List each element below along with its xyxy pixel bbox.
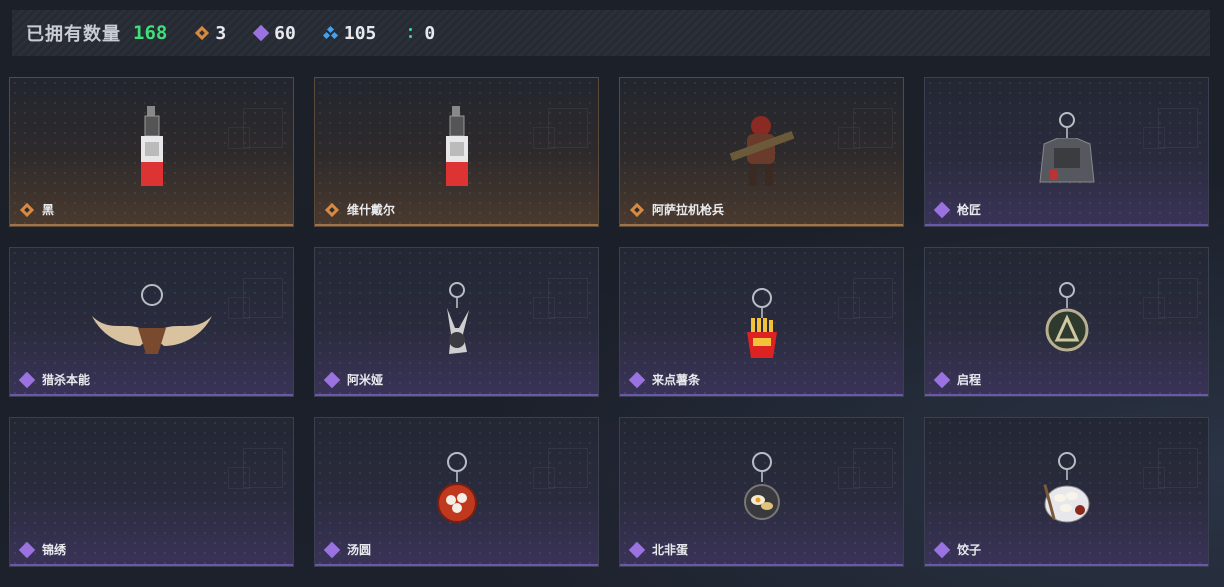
charm-name: 来点薯条	[652, 373, 701, 387]
gunner-figure-icon	[725, 112, 799, 196]
stat-orange: 3	[195, 23, 226, 44]
purple-diamond-icon	[323, 371, 341, 388]
charm-name: 启程	[957, 373, 982, 387]
orange-diamond-icon	[195, 25, 210, 41]
owned-count: 168	[133, 22, 168, 44]
charm-card[interactable]: 阿萨拉机枪兵	[619, 77, 904, 227]
purple-diamond-icon	[628, 371, 646, 388]
owned-label: 已拥有数量	[26, 24, 121, 45]
stat-blue-value: 105	[343, 22, 377, 44]
charm-card[interactable]: 锦绣	[9, 417, 294, 567]
charm-card[interactable]: 猎杀本能	[9, 247, 294, 397]
charm-card[interactable]: 枪匠	[924, 77, 1209, 227]
stat-purple-value: 60	[274, 22, 296, 44]
antlers-icon	[91, 284, 212, 360]
charm-card[interactable]: 北非蛋	[619, 417, 904, 567]
collection-header: 已拥有数量 168 3 60 105 0	[12, 10, 1210, 56]
charm-device-icon	[442, 106, 472, 194]
charm-card[interactable]: 维什戴尔	[314, 77, 599, 227]
purple-diamond-icon	[323, 541, 341, 558]
charm-grid: 黑 维什戴尔 阿萨拉机枪兵 枪匠 猎杀本能 阿米娅 来点薯条 启程 锦绣 汤圆 …	[9, 77, 1209, 567]
purple-diamond-icon	[933, 201, 951, 218]
charm-card[interactable]: 来点薯条	[619, 247, 904, 397]
purple-diamond-icon	[18, 541, 36, 558]
charm-name: 锦绣	[42, 543, 67, 557]
charm-card[interactable]: 启程	[924, 247, 1209, 397]
stat-blue: 105	[322, 22, 377, 44]
purple-diamond-icon	[18, 371, 36, 388]
charm-card[interactable]: 阿米娅	[314, 247, 599, 397]
stat-orange-value: 3	[215, 22, 227, 44]
charm-name: 维什戴尔	[347, 203, 396, 217]
dumpling-plate-icon	[1042, 452, 1092, 528]
charm-name: 黑	[42, 203, 55, 217]
soup-bowl-icon	[436, 452, 478, 528]
charm-name: 汤圆	[347, 543, 372, 557]
charm-name: 阿米娅	[347, 373, 384, 387]
charm-name: 猎杀本能	[42, 373, 91, 387]
charm-card[interactable]: 饺子	[924, 417, 1209, 567]
purple-diamond-icon	[252, 24, 270, 42]
charm-device-icon	[137, 106, 167, 194]
stat-green-value: 0	[424, 22, 436, 44]
blue-triangle-icon	[322, 25, 338, 40]
charm-name: 枪匠	[957, 203, 982, 217]
stat-green: 0	[404, 23, 435, 44]
stat-purple: 60	[252, 22, 296, 44]
purple-diamond-icon	[933, 541, 951, 558]
charm-collection-screen: 已拥有数量 168 3 60 105 0 黑 维什戴尔 阿萨拉机枪兵 枪匠 猎杀…	[0, 0, 1224, 587]
charm-card[interactable]: 黑	[9, 77, 294, 227]
vest-icon	[1036, 112, 1098, 192]
green-dots-icon	[404, 26, 418, 40]
charm-name: 阿萨拉机枪兵	[652, 203, 725, 217]
orange-diamond-icon	[19, 202, 35, 217]
purple-diamond-icon	[628, 541, 646, 558]
orange-diamond-icon	[629, 202, 645, 217]
orange-diamond-icon	[324, 202, 340, 217]
purple-diamond-icon	[933, 371, 951, 388]
egg-pan-icon	[742, 452, 782, 526]
charm-name: 北非蛋	[652, 543, 689, 557]
fries-icon	[745, 288, 779, 362]
rabbit-icon	[437, 282, 477, 362]
charm-name: 饺子	[957, 543, 982, 557]
charm-card[interactable]: 汤圆	[314, 417, 599, 567]
badge-icon	[1045, 282, 1089, 356]
